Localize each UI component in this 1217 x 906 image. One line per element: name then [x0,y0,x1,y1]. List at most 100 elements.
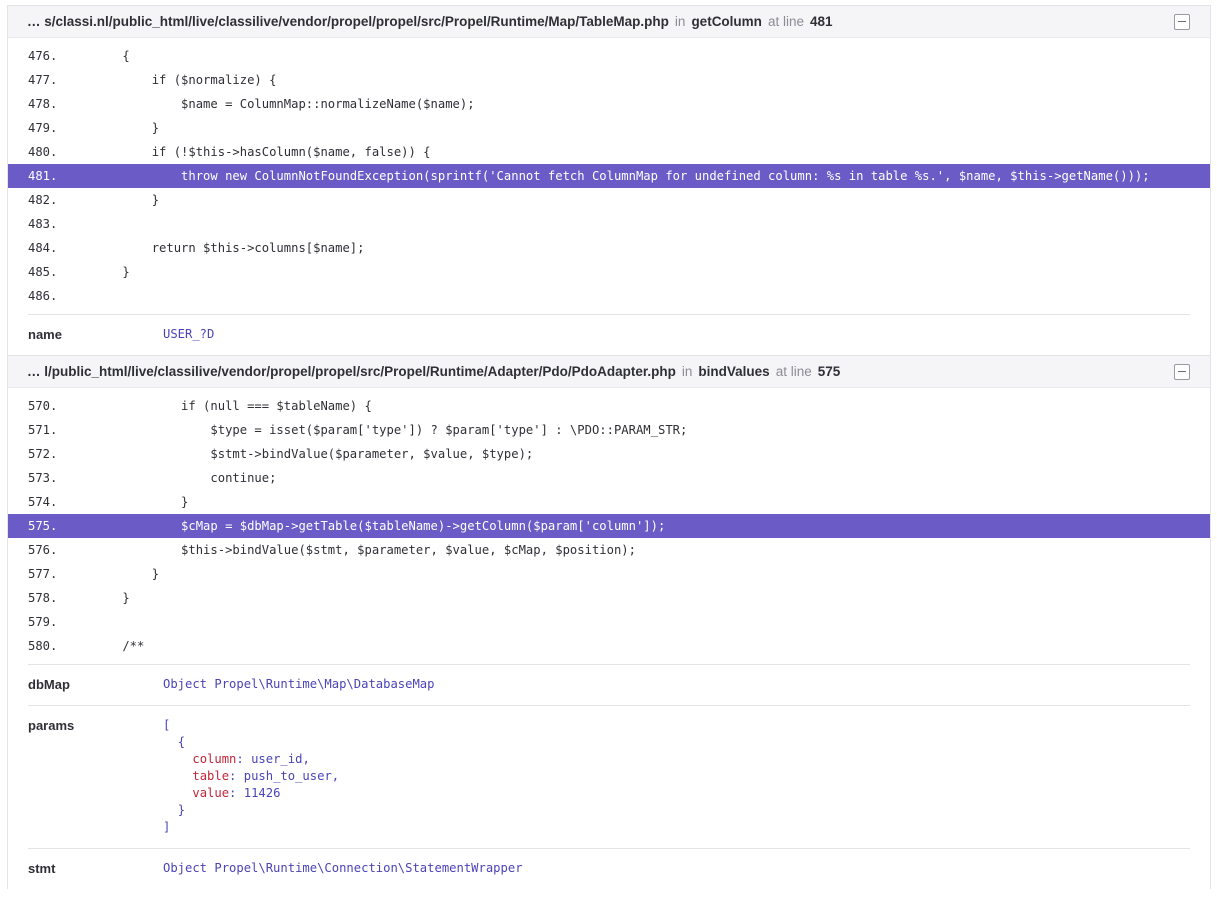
code-line: 580. /** [8,634,1210,658]
line-source: if (null === $tableName) { [93,399,372,413]
frame-line-number: 481 [809,14,833,29]
variable-value: USER_?D [163,327,215,341]
code-line: 579. [8,610,1210,634]
line-number: 575. [28,519,58,533]
code-line: 571. $type = isset($param['type']) ? $pa… [8,418,1210,442]
code-line: 486. [8,284,1210,308]
line-number: 579. [28,615,58,629]
line-number: 570. [28,399,58,413]
variable-name: stmt [28,861,56,876]
line-number: 577. [28,567,58,581]
code-line: 570. if (null === $tableName) { [8,394,1210,418]
variable-row: params [ { column: user_id, table: push_… [28,705,1190,848]
close-brace: } [177,803,186,817]
stack-frame: … l/public_html/live/classilive/vendor/p… [8,355,1210,889]
line-source: if (!$this->hasColumn($name, false)) { [93,145,431,159]
line-source: continue; [93,471,277,485]
code-line: 482. } [8,188,1210,212]
line-source: } [93,591,130,605]
param-key: value [192,786,230,800]
frame-function: getColumn [691,14,762,29]
frame-header[interactable]: … l/public_html/live/classilive/vendor/p… [8,356,1210,388]
variable-row: dbMap Object Propel\Runtime\Map\Database… [28,664,1190,705]
code-line: 577. } [8,562,1210,586]
frame-file-path: … l/public_html/live/classilive/vendor/p… [27,364,676,379]
collapse-icon[interactable] [1174,14,1190,30]
line-number: 483. [28,217,58,231]
frame-file-path: … s/classi.nl/public_html/live/classiliv… [27,14,669,29]
code-line: 485. } [8,260,1210,284]
line-source: } [93,193,160,207]
in-label: in [674,14,686,29]
stack-frame: … s/classi.nl/public_html/live/classiliv… [8,6,1210,355]
line-number: 480. [28,145,58,159]
line-number: 478. [28,97,58,111]
collapse-icon[interactable] [1174,364,1190,380]
variable-name: name [28,327,62,342]
code-line: 476. { [8,44,1210,68]
code-line: 478. $name = ColumnMap::normalizeName($n… [8,92,1210,116]
line-number: 580. [28,639,58,653]
variable-value: Object Propel\Runtime\Connection\Stateme… [163,861,523,875]
line-source: } [93,567,160,581]
line-number: 572. [28,447,58,461]
code-line: 573. continue; [8,466,1210,490]
line-number: 482. [28,193,58,207]
variable-value: Object Propel\Runtime\Map\DatabaseMap [163,677,435,691]
variable-row: stmt Object Propel\Runtime\Connection\St… [28,848,1190,889]
variable-row: name USER_?D [28,314,1190,355]
param-sep: , [331,769,340,783]
frame-function: bindValues [698,364,770,379]
line-number: 481. [28,169,58,183]
variable-name: dbMap [28,677,70,692]
code-line: 574. } [8,490,1210,514]
line-source: $this->bindValue($stmt, $parameter, $val… [93,543,636,557]
line-source: { [93,49,130,63]
line-source: } [93,495,189,509]
code-line: 477. if ($normalize) { [8,68,1210,92]
variable-name: params [28,718,75,733]
variable-value: [ { column: user_id, table: push_to_user… [163,718,340,834]
line-number: 485. [28,265,58,279]
frame-line-number: 575 [817,364,841,379]
line-number: 484. [28,241,58,255]
line-number: 573. [28,471,58,485]
highlighted-code-line: 575. $cMap = $dbMap->getTable($tableName… [8,514,1210,538]
param-key: column [192,752,237,766]
frame-variables: name USER_?D [28,314,1190,355]
code-line: 480. if (!$this->hasColumn($name, false)… [8,140,1210,164]
line-source: $name = ColumnMap::normalizeName($name); [93,97,475,111]
open-bracket: [ [163,718,171,732]
code-snippet: 570. if (null === $tableName) { 571. $ty… [8,388,1210,664]
code-line: 484. return $this->columns[$name]; [8,236,1210,260]
line-number: 479. [28,121,58,135]
code-line: 479. } [8,116,1210,140]
param-value: user_id [251,752,303,766]
line-number: 578. [28,591,58,605]
stack-trace: … s/classi.nl/public_html/live/classiliv… [7,5,1211,889]
line-source: return $this->columns[$name]; [93,241,365,255]
line-source [93,212,1210,236]
frame-variables: dbMap Object Propel\Runtime\Map\Database… [28,664,1190,889]
param-key: table [192,769,230,783]
line-source [93,610,1210,634]
in-label: in [681,364,693,379]
param-sep: , [302,752,310,766]
line-number: 571. [28,423,58,437]
line-source: $type = isset($param['type']) ? $param['… [93,423,688,437]
code-line: 483. [8,212,1210,236]
close-bracket: ] [163,820,171,834]
param-value: 11426 [243,786,281,800]
line-number: 477. [28,73,58,87]
line-source: if ($normalize) { [93,73,277,87]
line-source [93,284,1210,308]
frame-header[interactable]: … s/classi.nl/public_html/live/classiliv… [8,6,1210,38]
open-brace: { [177,735,186,749]
line-number: 576. [28,543,58,557]
param-value: push_to_user [243,769,332,783]
line-source: $cMap = $dbMap->getTable($tableName)->ge… [93,519,666,533]
line-number: 486. [28,289,58,303]
code-line: 578. } [8,586,1210,610]
highlighted-code-line: 481. throw new ColumnNotFoundException(s… [8,164,1210,188]
line-source: } [93,265,130,279]
